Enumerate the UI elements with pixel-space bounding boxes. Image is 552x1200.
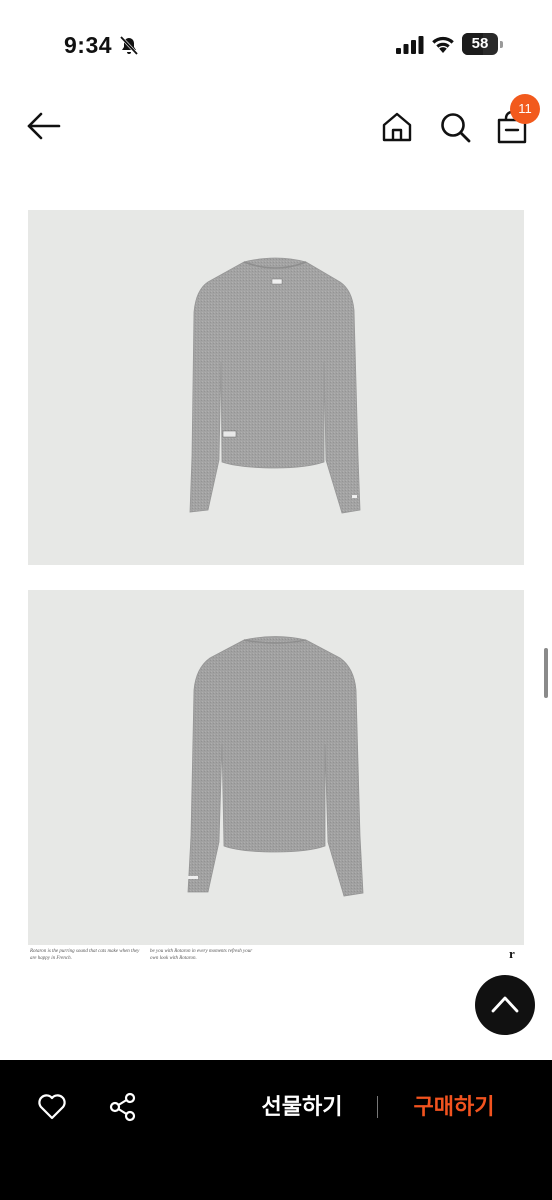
action-divider: [377, 1096, 378, 1118]
footer-caption-left: Rotaron is the purring sound that cats m…: [30, 949, 140, 961]
chevron-up-icon: [491, 996, 519, 1013]
battery-body: 58: [462, 33, 498, 55]
cart-count-badge: 11: [510, 94, 540, 124]
shirt-front-illustration: [189, 257, 361, 514]
signal-icon: [396, 36, 424, 54]
gift-button[interactable]: 선물하기: [250, 1090, 354, 1126]
shirt-back-illustration: [187, 636, 364, 897]
product-image-front: [28, 210, 524, 565]
product-image-back: [28, 590, 524, 945]
scroll-indicator[interactable]: [544, 648, 548, 698]
buy-button[interactable]: 구매하기: [402, 1090, 506, 1126]
status-bar: 9:34 58: [0, 0, 552, 90]
bottom-action-bar: 선물하기 구매하기: [0, 1060, 552, 1200]
back-arrow-icon[interactable]: [26, 110, 62, 142]
scroll-to-top-button[interactable]: [475, 975, 535, 1035]
battery-cap: [500, 41, 503, 48]
wifi-icon: [432, 36, 454, 53]
status-time: 9:34: [64, 32, 113, 58]
battery-indicator: 58: [462, 33, 504, 55]
footer-caption-right: be you with Rotaron in every moments ref…: [150, 949, 253, 961]
bell-off-icon: [119, 35, 139, 56]
home-icon[interactable]: [380, 110, 414, 144]
battery-level: 58: [471, 35, 489, 52]
share-icon[interactable]: [108, 1092, 138, 1122]
brand-mark: r: [509, 946, 515, 961]
heart-icon[interactable]: [37, 1092, 67, 1120]
search-icon[interactable]: [438, 110, 472, 144]
